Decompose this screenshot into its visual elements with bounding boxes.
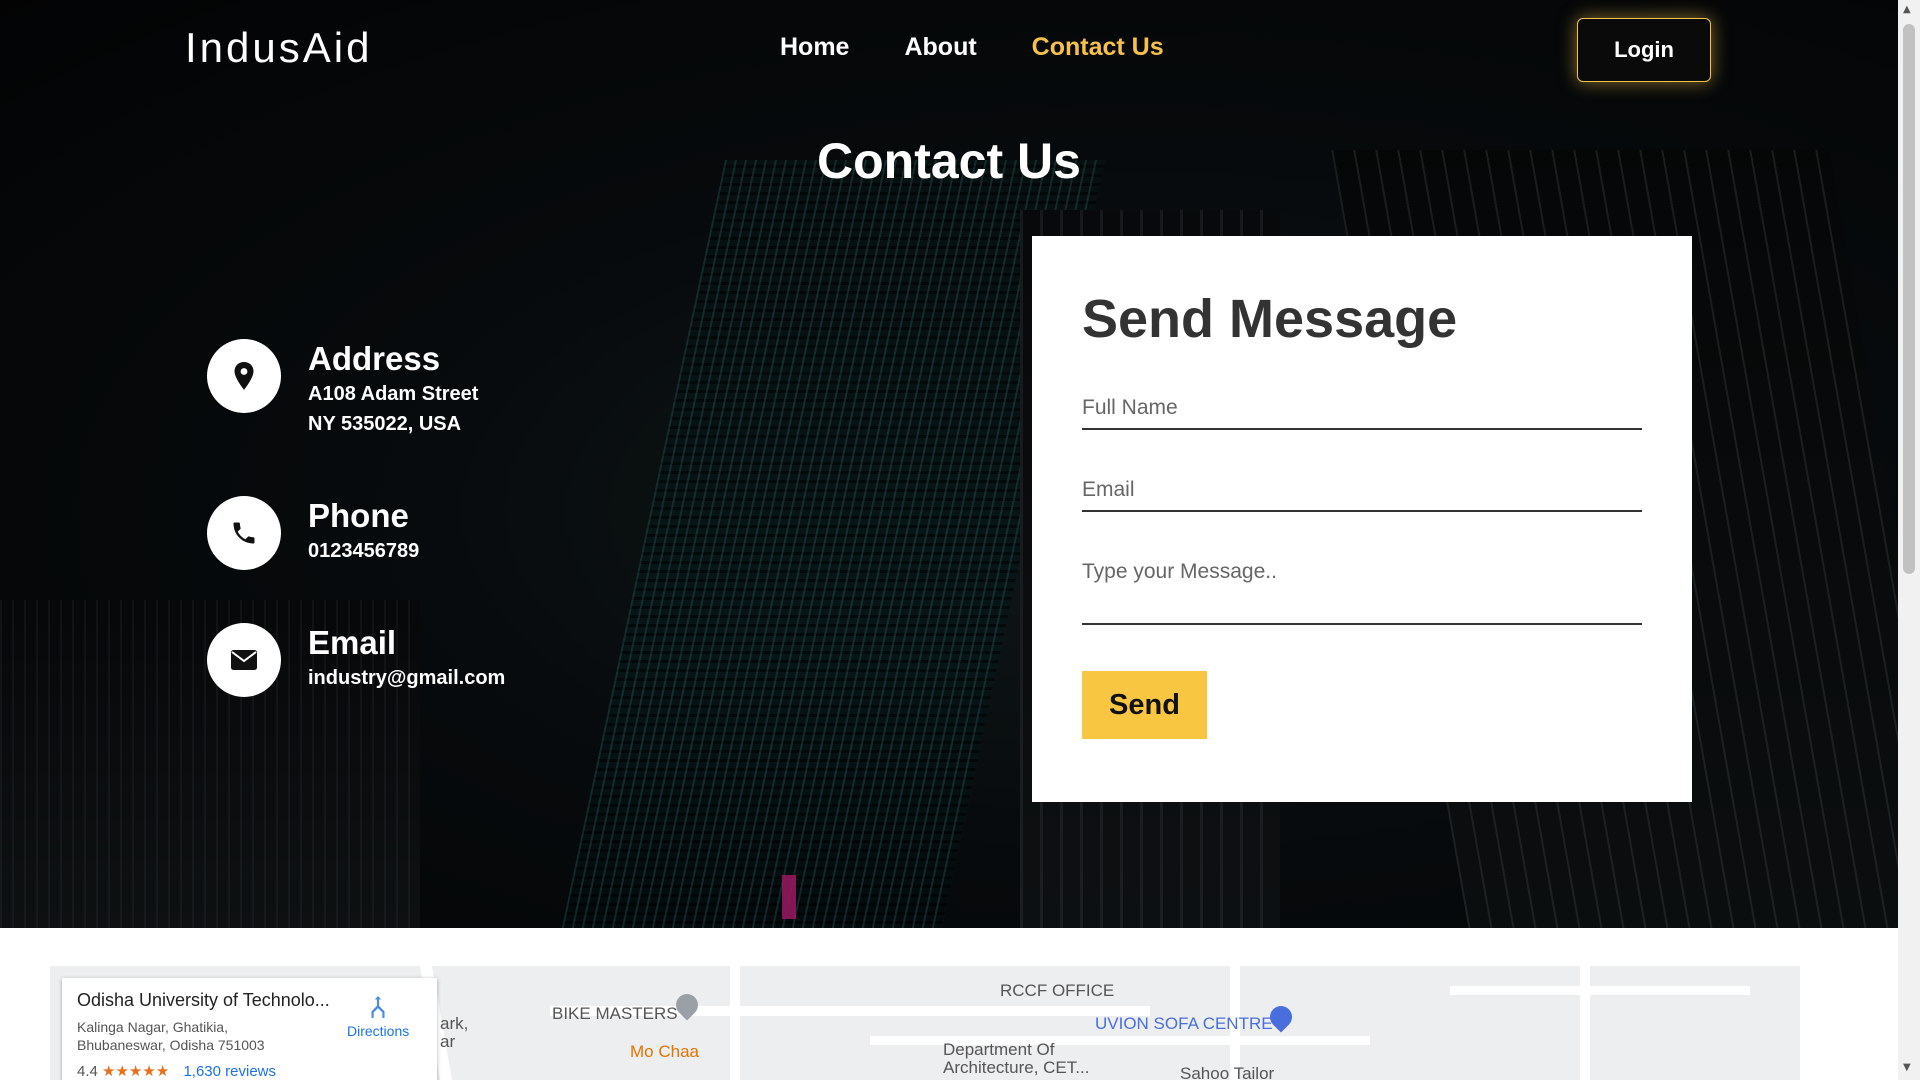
address-line-1: A108 Adam Street: [308, 383, 479, 405]
directions-button[interactable]: Directions: [347, 994, 409, 1039]
message-textarea[interactable]: [1082, 560, 1642, 625]
map-label: BIKE MASTERS: [552, 1004, 678, 1023]
phone-value[interactable]: 0123456789: [308, 536, 419, 566]
email-block: Email industry@gmail.com: [207, 623, 505, 697]
address-block: Address A108 Adam Street NY 535022, USA: [207, 339, 478, 439]
place-card: Odisha University of Technolo... Kalinga…: [62, 978, 437, 1080]
directions-icon: [371, 996, 385, 1018]
map-label: ar: [440, 1032, 456, 1051]
phone-heading: Phone: [308, 497, 409, 534]
map-street: [1580, 966, 1590, 1080]
address-heading: Address: [308, 340, 441, 377]
site-logo[interactable]: IndusAid: [185, 24, 372, 72]
envelope-icon: [207, 623, 281, 697]
map-label: Department Of: [943, 1040, 1055, 1059]
directions-label: Directions: [347, 1023, 410, 1039]
map-label: RCCF OFFICE: [1000, 981, 1115, 1000]
embedded-map[interactable]: ark, ar BIKE MASTERS Mo Chaa RCCF OFFICE…: [50, 966, 1800, 1080]
page-title: Contact Us: [817, 133, 1081, 189]
nav-about[interactable]: About: [904, 33, 976, 62]
star-rating-icon: ★★★★★: [102, 1063, 170, 1080]
contact-form: Send Message Send: [1032, 236, 1692, 802]
address-line-2: NY 535022, USA: [308, 413, 462, 435]
map-label: Architecture, CET...: [943, 1058, 1090, 1077]
phone-block: Phone 0123456789: [207, 496, 419, 570]
phone-icon: [207, 496, 281, 570]
scrollbar-thumb[interactable]: [1903, 24, 1915, 574]
place-address: Kalinga Nagar, Ghatikia, Bhubaneswar, Od…: [77, 1018, 265, 1054]
place-address-line-1: Kalinga Nagar, Ghatikia,: [77, 1019, 228, 1035]
map-label: UVION SOFA CENTRE: [1095, 1014, 1273, 1033]
full-name-input[interactable]: [1082, 396, 1642, 430]
map-label: Mo Chaa: [630, 1042, 699, 1061]
page-scrollbar[interactable]: ▲ ▼: [1898, 0, 1920, 1080]
place-name[interactable]: Odisha University of Technolo...: [77, 990, 330, 1011]
scroll-up-icon[interactable]: ▲: [1903, 4, 1911, 15]
place-address-line-2: Bhubaneswar, Odisha 751003: [77, 1037, 265, 1053]
map-label: ark,: [440, 1014, 469, 1033]
map-street: [730, 966, 740, 1080]
reviews-link[interactable]: 1,630 reviews: [183, 1063, 276, 1080]
email-input[interactable]: [1082, 478, 1642, 512]
rating-value: 4.4: [77, 1063, 98, 1080]
login-button[interactable]: Login: [1577, 18, 1711, 82]
email-heading: Email: [308, 624, 397, 661]
map-street: [1450, 986, 1750, 995]
map-pin-icon: [207, 339, 281, 413]
nav-contact[interactable]: Contact Us: [1032, 33, 1164, 62]
email-value[interactable]: industry@gmail.com: [308, 663, 505, 693]
nav-home[interactable]: Home: [780, 33, 849, 62]
map-label: Sahoo Tailor: [1180, 1064, 1275, 1080]
scroll-down-icon[interactable]: ▼: [1903, 1062, 1911, 1073]
place-rating: 4.4 ★★★★★ 1,630 reviews: [77, 1062, 276, 1080]
main-nav: Home About Contact Us: [780, 33, 1164, 62]
form-title: Send Message: [1082, 289, 1458, 349]
send-button[interactable]: Send: [1082, 671, 1207, 739]
